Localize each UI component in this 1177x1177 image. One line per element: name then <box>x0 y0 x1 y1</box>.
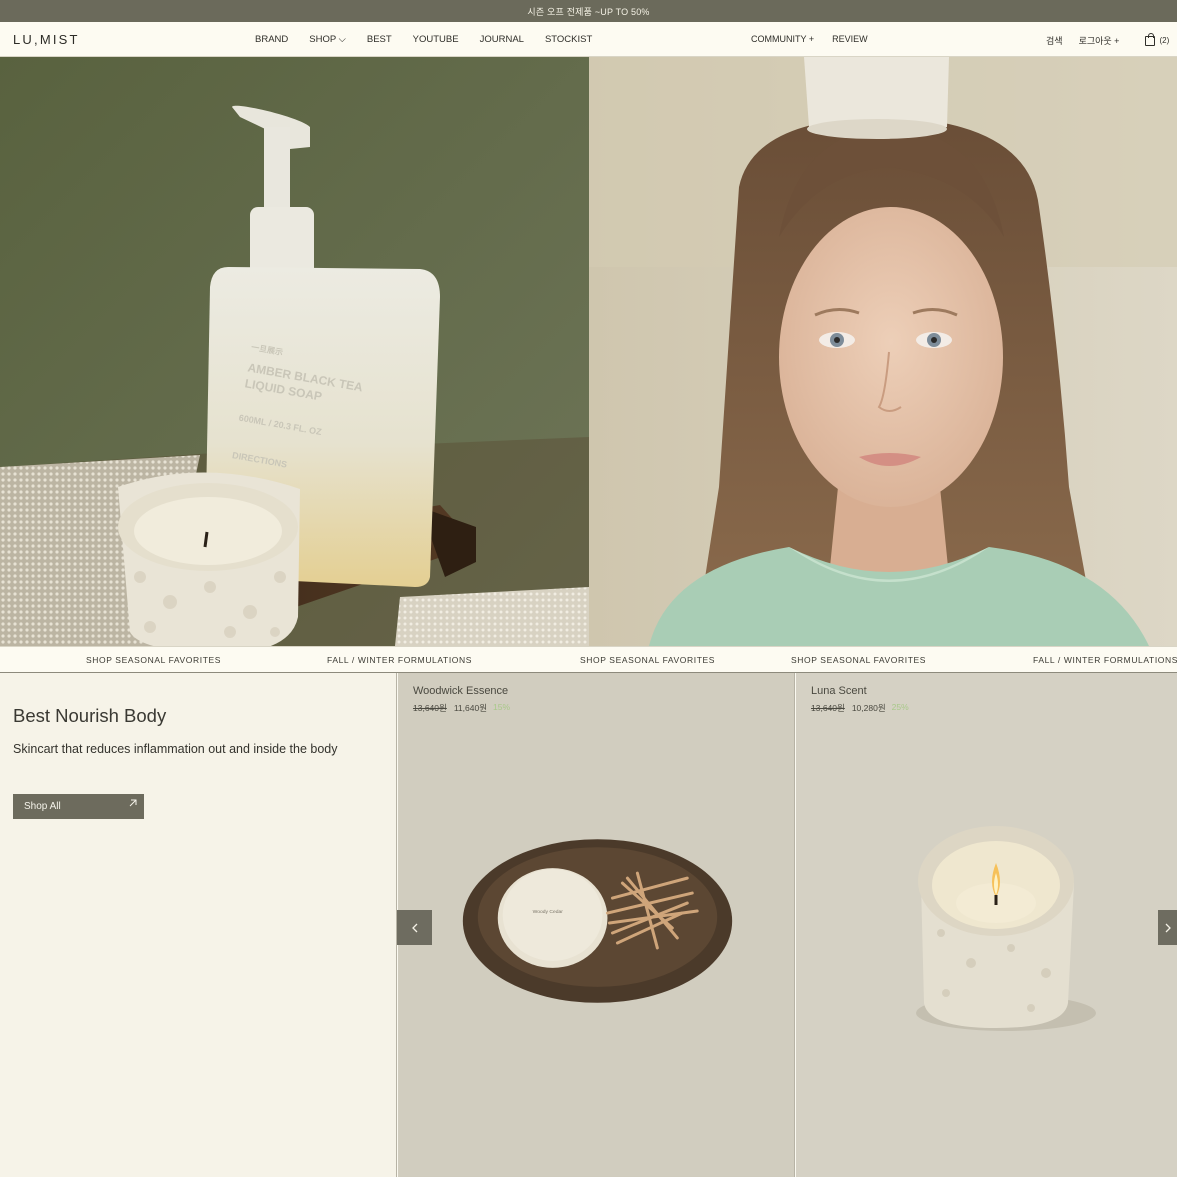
announcement-bar: 시즌 오프 전제품 ~UP TO 50% <box>0 0 1177 22</box>
nav-shop[interactable]: SHOP ⌵ <box>309 34 346 45</box>
discount-badge: 25% <box>891 702 909 712</box>
original-price: 13,640원 <box>811 703 845 713</box>
promo-subtitle: Skincart that reduces inflammation out a… <box>13 742 338 756</box>
product-image-luna <box>796 673 1177 1177</box>
sale-price: 10,280원 <box>851 703 886 713</box>
hero-image-model[interactable] <box>589 57 1177 646</box>
jar-label: Woody Cedar <box>533 909 564 915</box>
chevron-right-icon <box>1165 923 1171 932</box>
marquee-item[interactable]: FALL / WINTER FORMULATIONS <box>1033 655 1177 665</box>
promo-title: Best Nourish Body <box>13 705 167 726</box>
nav-youtube[interactable]: YOUTUBE <box>413 34 459 45</box>
product-name[interactable]: Woodwick Essence <box>413 685 508 697</box>
soap-and-candle-illustration: 一旦展示 AMBER BLACK TEA LIQUID SOAP 600ML /… <box>0 57 589 646</box>
search-link[interactable]: 검색 <box>1046 34 1063 47</box>
nav-community[interactable]: COMMUNITY + <box>751 34 814 44</box>
nav-review[interactable]: REVIEW <box>832 34 868 44</box>
product-card[interactable]: Woody Cedar Woodwick Essence 13,640원 11,… <box>398 673 795 1177</box>
site-logo[interactable]: LU,MIST <box>13 32 80 47</box>
nav-best[interactable]: BEST <box>367 34 392 45</box>
chevron-left-icon <box>411 923 417 932</box>
secondary-nav: COMMUNITY + REVIEW <box>751 34 886 44</box>
logout-link[interactable]: 로그아웃 + <box>1079 34 1120 47</box>
promo-panel: Best Nourish Body Skincart that reduces … <box>0 673 397 1177</box>
announcement-text: 시즌 오프 전제품 ~UP TO 50% <box>527 6 650 17</box>
product-prices: 13,640원 11,640원 15% <box>413 702 510 714</box>
marquee-item[interactable]: SHOP SEASONAL FAVORITES <box>580 655 715 665</box>
marquee-item[interactable]: SHOP SEASONAL FAVORITES <box>791 655 926 665</box>
marquee-item[interactable]: SHOP SEASONAL FAVORITES <box>86 655 221 665</box>
nav-journal[interactable]: JOURNAL <box>480 34 524 45</box>
nav-stockist[interactable]: STOCKIST <box>545 34 592 45</box>
model-portrait-illustration <box>589 57 1177 646</box>
product-name[interactable]: Luna Scent <box>811 685 867 697</box>
sale-price: 11,640원 <box>453 703 488 713</box>
original-price: 13,640원 <box>413 703 447 713</box>
carousel-next-button[interactable] <box>1158 910 1177 945</box>
product-image-woodwick: Woody Cedar <box>398 673 794 1177</box>
marquee-item[interactable]: FALL / WINTER FORMULATIONS <box>327 655 472 665</box>
shop-all-button[interactable]: Shop All <box>13 794 144 819</box>
product-card[interactable]: Luna Scent 13,640원 10,280원 25% <box>796 673 1177 1177</box>
shopping-bag-icon <box>1145 33 1156 46</box>
discount-badge: 15% <box>493 702 511 712</box>
hero-image-product[interactable]: 一旦展示 AMBER BLACK TEA LIQUID SOAP 600ML /… <box>0 57 589 646</box>
cart-button[interactable]: (2) <box>1145 33 1170 46</box>
main-nav: BRAND SHOP ⌵ BEST YOUTUBE JOURNAL STOCKI… <box>255 34 613 45</box>
cart-count: (2) <box>1159 36 1170 45</box>
shop-all-label: Shop All <box>24 801 61 812</box>
marquee-strip: SHOP SEASONAL FAVORITES FALL / WINTER FO… <box>0 646 1177 673</box>
utility-nav: 검색 로그아웃 + (2) <box>1046 33 1170 47</box>
carousel-prev-button[interactable] <box>397 910 432 945</box>
site-header: LU,MIST BRAND SHOP ⌵ BEST YOUTUBE JOURNA… <box>0 22 1177 57</box>
nav-brand[interactable]: BRAND <box>255 34 288 45</box>
arrow-up-right-icon <box>129 799 137 807</box>
product-prices: 13,640원 10,280원 25% <box>811 702 909 714</box>
